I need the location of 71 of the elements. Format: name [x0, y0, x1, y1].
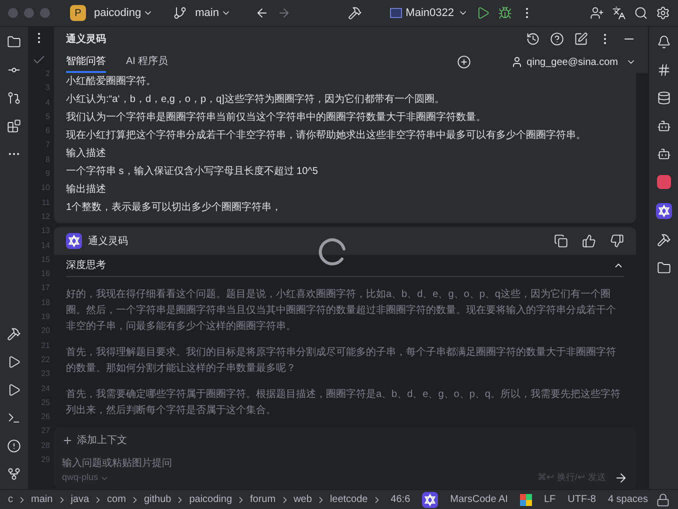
- user-icon: [510, 56, 523, 68]
- breadcrumb[interactable]: web: [294, 492, 312, 507]
- run-icon[interactable]: [7, 355, 21, 369]
- lock-icon[interactable]: [656, 492, 670, 506]
- terminal-icon[interactable]: [7, 411, 21, 425]
- breadcrumb[interactable]: forum: [250, 492, 276, 507]
- thinking-header[interactable]: 深度思考: [66, 255, 624, 277]
- breadcrumb[interactable]: paicoding: [189, 492, 232, 507]
- breadcrumb[interactable]: java: [70, 492, 90, 507]
- question-text: 输出描述: [66, 182, 107, 197]
- add-context-button[interactable]: 添加上下文: [62, 433, 127, 448]
- thumbs-up-icon[interactable]: [582, 234, 596, 248]
- bell-icon[interactable]: [656, 35, 670, 49]
- edit-icon[interactable]: [574, 32, 588, 46]
- send-arrow-icon[interactable]: [614, 471, 628, 485]
- question-text: 我们认为一个字符串是圈圈字符串当前仅当这个字符串中的圈圈字符数量大于非圈圈字符数量。: [66, 110, 487, 125]
- star-logo-icon: [422, 492, 438, 508]
- thinking-paragraph: 首先，我得理解题目要求。我们的目标是将原字符串分割成尽可能多的子串，每个子串都满足圈圈字符的数量大于非圈圈字符的数量。那如何分割才能让这样的子串数量最多呢？: [66, 346, 617, 376]
- tab[interactable]: AI 程序员: [126, 51, 168, 73]
- account-dropdown[interactable]: qing_gee@sina.com: [510, 54, 636, 70]
- project-dropdown[interactable]: paicoding: [94, 4, 154, 22]
- star-logo-icon: [656, 203, 672, 219]
- settings-icon[interactable]: [656, 6, 670, 20]
- indent-setting[interactable]: 4 spaces: [608, 492, 648, 507]
- add-user-icon[interactable]: [590, 6, 604, 20]
- branch-icon[interactable]: [173, 6, 188, 20]
- encoding[interactable]: UTF-8: [568, 492, 596, 507]
- thumbs-down-icon[interactable]: [610, 234, 624, 248]
- history-icon[interactable]: [526, 32, 540, 46]
- help-icon[interactable]: [550, 32, 564, 46]
- cursor-position[interactable]: 46:6: [390, 492, 410, 507]
- search-icon[interactable]: [634, 6, 648, 20]
- add-circle-icon[interactable]: [456, 55, 471, 69]
- question-text: 现在小红打算把这个字符串分成若干个非空字符串，请你帮助她求出这些非空字符串中最多可以有多少个圈圈字符串。: [66, 128, 587, 143]
- breadcrumb[interactable]: main: [31, 492, 53, 507]
- grid-icon[interactable]: [520, 494, 532, 506]
- branch-dropdown[interactable]: main: [195, 4, 231, 22]
- run-config-dropdown[interactable]: Main0322: [390, 4, 468, 22]
- question-text: 一个字符串 s，输入保证仅含小写字母且长度不超过 10^5: [66, 164, 319, 179]
- breadcrumb[interactable]: com: [107, 492, 126, 507]
- run-icon[interactable]: [476, 6, 490, 20]
- panel-title: 通义灵码: [66, 32, 107, 46]
- question-text: 1个整数，表示最多可以切出多少个圈圈字符串，: [66, 200, 283, 215]
- blocks-icon[interactable]: [7, 119, 21, 133]
- git-icon[interactable]: [7, 467, 21, 481]
- copy-icon[interactable]: [554, 234, 568, 248]
- question-text: 输入描述: [66, 146, 107, 161]
- question-text: 小红认为:“a‘，b，d，e,g，o，p，q]这些字符为圈圈字符，因为它们都带有一个圆圈。: [66, 92, 446, 107]
- thinking-paragraph: 好的，我现在得仔细看看这个问题。题目是说，小红喜欢圈圈字符，比如a、b、d、e、g、o、p、q这些，因为它们有一个圈圈。然后，一个字符串是圈圈字符串当且仅当其中圈圈字符的数量超过非圈圈字符的数量。现在要将输入的字符串分成若干个非空的子串，问最多能有多少个这样的圈圈字符串。: [66, 288, 617, 334]
- breadcrumb[interactable]: github: [144, 492, 172, 507]
- author-name: 通义灵码: [88, 234, 129, 248]
- thinking-paragraph: 首先，我需要确定哪些字符属于圈圈字符。根据题目描述，圈圈字符是a、b、d、e、g、o、p、q。所以，我需要先把这些字符列出来，然后判断每个字符是否属于这个集合。: [66, 388, 622, 418]
- pull-request-icon[interactable]: [7, 91, 21, 105]
- app-icon[interactable]: [656, 175, 670, 189]
- question-text: 小红酷爱圈圈字符。: [66, 74, 157, 89]
- plus-icon: [62, 435, 73, 446]
- project-badge: P: [70, 5, 86, 21]
- breadcrumb[interactable]: leetcode: [330, 492, 368, 507]
- translate-icon[interactable]: [612, 6, 626, 20]
- question-input[interactable]: 输入问题或粘贴图片提问: [62, 456, 628, 471]
- database-icon[interactable]: [656, 91, 670, 105]
- line-ending[interactable]: LF: [544, 492, 556, 507]
- breadcrumb[interactable]: c: [8, 492, 13, 507]
- bug-icon[interactable]: [498, 6, 512, 20]
- hammer-icon[interactable]: [7, 327, 21, 341]
- alert-icon[interactable]: [7, 439, 21, 453]
- hammer-icon[interactable]: [348, 6, 362, 20]
- star-logo-icon: [66, 233, 82, 249]
- folder-icon[interactable]: [7, 35, 21, 49]
- play-icon[interactable]: [7, 383, 21, 397]
- plugin-label[interactable]: MarsCode AI: [450, 492, 508, 507]
